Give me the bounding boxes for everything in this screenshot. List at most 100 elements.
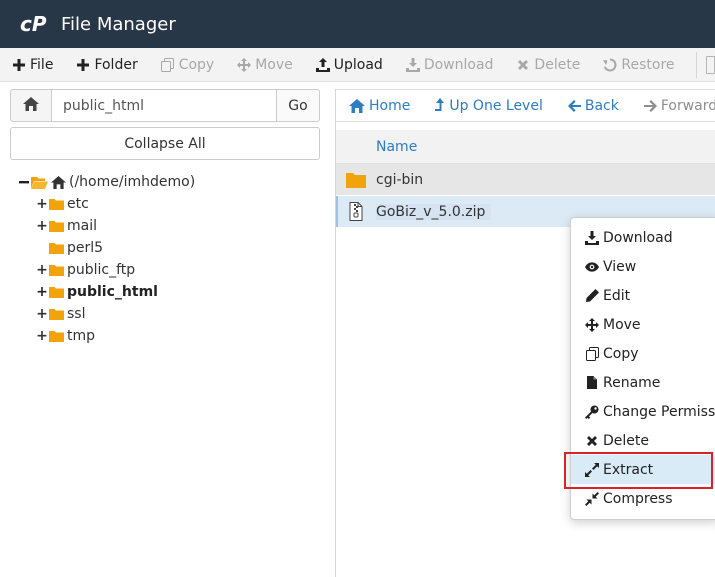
menu-item-label: Rename xyxy=(603,374,661,391)
tree-root[interactable]: (/home/imhdemo) xyxy=(19,171,195,193)
context-menu: Download View Edit Move Copy Rename Chan… xyxy=(570,217,715,520)
new-folder-button[interactable]: Folder xyxy=(64,48,148,81)
menu-item-move[interactable]: Move xyxy=(571,310,715,339)
expand-toggle-icon[interactable]: + xyxy=(36,284,48,300)
collapse-all-button[interactable]: Collapse All xyxy=(10,127,320,160)
name-column-header[interactable]: Name xyxy=(376,139,417,155)
menu-item-compress[interactable]: Compress xyxy=(571,484,715,513)
home-label: Home xyxy=(369,97,411,114)
menu-item-view[interactable]: View xyxy=(571,252,715,281)
compress-icon xyxy=(585,491,599,506)
copy-icon xyxy=(161,57,175,72)
home-icon xyxy=(349,98,365,113)
folder-icon xyxy=(49,264,64,276)
menu-item-label: Download xyxy=(603,229,673,246)
tree-item-mail[interactable]: + mail xyxy=(36,215,97,237)
folder-icon xyxy=(336,172,376,188)
zip-file-icon xyxy=(336,202,376,221)
menu-item-label: Delete xyxy=(603,432,649,449)
up-one-level-button[interactable]: Up One Level xyxy=(422,98,555,114)
tree-item-etc[interactable]: + etc xyxy=(36,193,89,215)
menu-item-label: Move xyxy=(603,316,641,333)
new-file-button[interactable]: File xyxy=(0,48,64,81)
tree-item-tmp[interactable]: + tmp xyxy=(36,325,96,347)
tree-item-perl5[interactable]: perl5 xyxy=(37,237,103,259)
file-table-header: Name xyxy=(336,130,715,164)
folder-icon xyxy=(49,330,64,342)
back-label: Back xyxy=(584,97,619,114)
menu-item-label: Extract xyxy=(603,461,654,478)
go-button[interactable]: Go xyxy=(276,89,320,122)
folder-open-icon xyxy=(31,176,48,189)
menu-item-extract[interactable]: Extract xyxy=(571,455,715,484)
menu-item-label: View xyxy=(603,258,637,275)
eye-icon xyxy=(585,261,599,272)
copy-button[interactable]: Copy xyxy=(149,48,226,81)
file-name: cgi-bin xyxy=(376,171,424,188)
menu-item-label: Compress xyxy=(603,490,673,507)
tree-item-label: ssl xyxy=(67,306,86,322)
tree-item-public-ftp[interactable]: + public_ftp xyxy=(36,259,136,281)
file-icon[interactable] xyxy=(706,55,715,74)
menu-item-label: Edit xyxy=(603,287,631,304)
forward-button[interactable]: Forward xyxy=(631,98,715,114)
new-folder-label: Folder xyxy=(94,56,138,73)
cpanel-logo-icon[interactable]: cP xyxy=(20,13,52,35)
selection-marker xyxy=(336,196,338,227)
file-icon xyxy=(585,376,599,389)
tree-item-ssl[interactable]: + ssl xyxy=(36,303,86,325)
tree-root-label: (/home/imhdemo) xyxy=(69,174,196,190)
expand-toggle-icon[interactable]: + xyxy=(36,218,48,234)
upload-button[interactable]: Upload xyxy=(304,48,394,81)
menu-item-download[interactable]: Download xyxy=(571,223,715,252)
home-icon xyxy=(51,175,66,189)
menu-item-label: Change Permissions xyxy=(603,403,715,420)
move-icon xyxy=(585,317,599,332)
folder-icon xyxy=(49,308,64,320)
move-icon xyxy=(237,57,252,72)
folder-icon xyxy=(49,242,64,254)
back-button[interactable]: Back xyxy=(555,98,631,114)
expand-toggle-icon[interactable]: + xyxy=(36,196,48,212)
expand-toggle-icon[interactable]: + xyxy=(36,328,48,344)
move-button[interactable]: Move xyxy=(225,48,304,81)
tree-item-public-html[interactable]: + public_html xyxy=(36,281,158,303)
expand-toggle-icon[interactable]: + xyxy=(36,262,48,278)
home-button[interactable]: Home xyxy=(336,98,422,114)
app-title: File Manager xyxy=(61,13,176,35)
menu-item-edit[interactable]: Edit xyxy=(571,281,715,310)
tree-item-label: tmp xyxy=(67,328,96,344)
download-button[interactable]: Download xyxy=(394,48,505,81)
up-one-level-label: Up One Level xyxy=(449,97,543,114)
path-input[interactable] xyxy=(52,89,276,122)
svg-text:cP: cP xyxy=(20,13,47,35)
forward-label: Forward xyxy=(660,97,715,114)
download-icon xyxy=(585,230,599,245)
plus-icon xyxy=(12,58,26,72)
tree-item-label: public_html xyxy=(67,284,158,300)
expand-icon xyxy=(585,462,599,477)
path-home-button[interactable] xyxy=(10,89,52,122)
menu-item-copy[interactable]: Copy xyxy=(571,339,715,368)
expand-toggle-icon[interactable]: + xyxy=(36,306,48,322)
menu-item-rename[interactable]: Rename xyxy=(571,368,715,397)
table-row[interactable]: cgi-bin xyxy=(336,164,715,195)
restore-icon xyxy=(603,58,617,72)
app-header: cP File Manager xyxy=(0,0,715,48)
copy-label: Copy xyxy=(178,56,215,73)
delete-button[interactable]: Delete xyxy=(504,48,591,81)
copy-icon xyxy=(585,346,599,361)
tree-item-label: public_ftp xyxy=(67,262,136,278)
menu-item-change-permissions[interactable]: Change Permissions xyxy=(571,397,715,426)
arrow-right-icon xyxy=(643,99,657,112)
restore-label: Restore xyxy=(621,56,675,73)
folder-icon xyxy=(49,198,64,210)
key-icon xyxy=(585,405,599,419)
menu-item-delete[interactable]: Delete xyxy=(571,426,715,455)
collapse-toggle-icon[interactable] xyxy=(19,177,29,187)
restore-button[interactable]: Restore xyxy=(591,48,685,81)
toolbar: File Folder Copy Move Upload Download De… xyxy=(0,48,715,82)
home-icon xyxy=(23,96,39,115)
arrow-left-icon xyxy=(567,99,581,112)
download-icon xyxy=(405,57,420,72)
